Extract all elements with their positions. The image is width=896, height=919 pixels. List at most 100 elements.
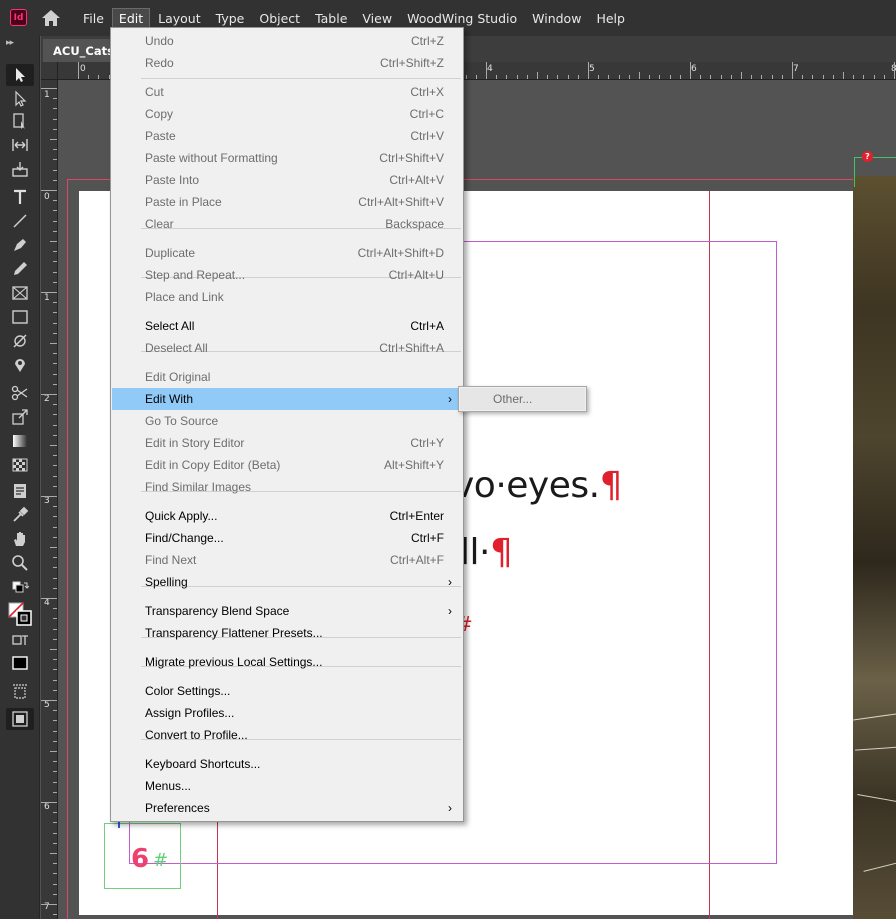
collapse-panel-icon[interactable]: ▸▸ [6, 38, 14, 48]
menu-item-edit-in-copy-editor-beta[interactable]: Edit in Copy Editor (Beta) Alt+Shift+Y [112, 454, 462, 476]
menu-file[interactable]: File [76, 8, 111, 29]
note-tool-icon[interactable] [6, 480, 34, 502]
menu-edit[interactable]: Edit [111, 7, 151, 29]
view-mode-icon[interactable] [6, 680, 34, 702]
type-tool-icon[interactable] [6, 186, 34, 208]
text-line[interactable]: vo·eyes.¶ [453, 465, 622, 506]
apply-color-icon[interactable] [6, 652, 34, 674]
page-tool-icon[interactable] [6, 110, 34, 132]
pencil-tool-icon[interactable] [6, 258, 34, 280]
menu-woodwing-studio[interactable]: WoodWing Studio [400, 8, 524, 29]
ruler-tick [53, 832, 57, 834]
menu-item-select-all[interactable]: Select All Ctrl+A [112, 315, 462, 337]
content-collector-icon[interactable] [6, 158, 34, 180]
gap-tool-icon[interactable] [6, 134, 34, 156]
eyedropper-tool-icon[interactable] [6, 504, 34, 526]
menu-item-paste[interactable]: Paste Ctrl+V [112, 125, 462, 147]
transform-tool-icon[interactable] [6, 330, 34, 352]
rectangle-tool-icon[interactable] [6, 306, 34, 328]
menu-item-shortcut: Ctrl+Shift+V [379, 151, 444, 165]
ruler-tick [53, 312, 57, 314]
gradient-feather-tool-icon[interactable] [6, 454, 34, 476]
menu-item-menus[interactable]: Menus... [112, 775, 462, 797]
edit-with-other[interactable]: Other... [460, 388, 585, 410]
menu-item-duplicate[interactable]: Duplicate Ctrl+Alt+Shift+D [112, 242, 462, 264]
direct-selection-tool-icon[interactable] [6, 88, 34, 110]
menu-help[interactable]: Help [589, 8, 632, 29]
menu-item-redo[interactable]: Redo Ctrl+Shift+Z [112, 52, 462, 74]
menu-view[interactable]: View [355, 8, 399, 29]
menu-item-go-to-source[interactable]: Go To Source [112, 410, 462, 432]
menu-item-deselect-all[interactable]: Deselect All Ctrl+Shift+A [112, 337, 462, 359]
cat-photo-frame[interactable] [853, 176, 896, 919]
ruler-tick [547, 75, 549, 79]
ruler-tick [53, 567, 57, 569]
free-transform-tool-icon[interactable] [6, 406, 34, 428]
menu-item-preferences[interactable]: Preferences › [112, 797, 462, 819]
ruler-tick [53, 710, 57, 712]
menu-item-cut[interactable]: Cut Ctrl+X [112, 81, 462, 103]
home-icon[interactable] [40, 8, 62, 28]
menu-item-place-and-link[interactable]: Place and Link [112, 286, 462, 308]
menu-item-clear[interactable]: Clear Backspace [112, 213, 462, 235]
menu-type[interactable]: Type [209, 8, 252, 29]
menu-item-color-settings[interactable]: Color Settings... [112, 680, 462, 702]
menu-item-paste-without-formatting[interactable]: Paste without Formatting Ctrl+Shift+V [112, 147, 462, 169]
missing-link-icon[interactable]: ? [862, 151, 873, 162]
gradient-swatch-tool-icon[interactable] [6, 430, 34, 452]
hand-tool-icon[interactable] [6, 528, 34, 550]
menu-item-spelling[interactable]: Spelling › [112, 571, 462, 593]
selection-tool-icon[interactable] [6, 64, 34, 86]
menu-item-label: Copy [145, 107, 174, 121]
text-line[interactable]: ll·¶ [460, 532, 513, 573]
scissors-tool-icon[interactable] [6, 382, 34, 404]
menu-object[interactable]: Object [252, 8, 307, 29]
ruler-tick [53, 118, 57, 120]
menu-item-label: Preferences [145, 801, 210, 815]
menu-item-paste-in-place[interactable]: Paste in Place Ctrl+Alt+Shift+V [112, 191, 462, 213]
screen-mode-icon[interactable] [6, 708, 34, 730]
menu-window[interactable]: Window [525, 8, 588, 29]
menu-item-keyboard-shortcuts[interactable]: Keyboard Shortcuts... [112, 753, 462, 775]
menu-item-assign-profiles[interactable]: Assign Profiles... [112, 702, 462, 724]
ruler-origin[interactable] [41, 62, 58, 80]
indesign-window: Id File Edit Layout Type Object Table Vi… [0, 0, 896, 919]
menu-item-undo[interactable]: Undo Ctrl+Z [112, 30, 462, 52]
ruler-label: 2 [44, 394, 50, 404]
menu-item-paste-into[interactable]: Paste Into Ctrl+Alt+V [112, 169, 462, 191]
location-pin-icon[interactable] [6, 354, 34, 376]
menu-item-convert-to-profile[interactable]: Convert to Profile... [112, 724, 462, 746]
zoom-tool-icon[interactable] [6, 552, 34, 574]
menu-item-edit-original[interactable]: Edit Original [112, 366, 462, 388]
ruler-tick [53, 281, 57, 283]
menu-layout[interactable]: Layout [151, 8, 208, 29]
menu-item-transparency-blend-space[interactable]: Transparency Blend Space › [112, 600, 462, 622]
fill-stroke-swatch-icon[interactable] [6, 600, 34, 628]
menu-item-transparency-flattener-presets[interactable]: Transparency Flattener Presets... [112, 622, 462, 644]
menu-table[interactable]: Table [308, 8, 354, 29]
menu-item-find-next[interactable]: Find Next Ctrl+Alt+F [112, 549, 462, 571]
ruler-tick [475, 75, 477, 79]
menu-item-shortcut: Ctrl+Alt+F [389, 553, 444, 567]
ruler-tick [53, 822, 57, 824]
vertical-ruler[interactable]: 1 0 1 2 3 4 5 6 7 [41, 80, 58, 919]
menu-item-label: Spelling [145, 575, 188, 589]
menu-item-find-similar-images[interactable]: Find Similar Images [112, 476, 462, 498]
menu-item-find-change[interactable]: Find/Change... Ctrl+F [112, 527, 462, 549]
menu-item-migrate-previous-local-settings[interactable]: Migrate previous Local Settings... [112, 651, 462, 673]
menu-item-step-and-repeat[interactable]: Step and Repeat... Ctrl+Alt+U [112, 264, 462, 286]
formatting-affects-container-icon[interactable] [6, 630, 34, 652]
menu-item-edit-in-story-editor[interactable]: Edit in Story Editor Ctrl+Y [112, 432, 462, 454]
ruler-label: 0 [44, 192, 50, 202]
pen-tool-icon[interactable] [6, 234, 34, 256]
ruler-label: 1 [44, 90, 50, 100]
menu-item-shortcut: Ctrl+A [410, 319, 444, 333]
menu-item-edit-with[interactable]: Edit With › [112, 388, 462, 410]
menu-item-quick-apply[interactable]: Quick Apply... Ctrl+Enter [112, 505, 462, 527]
menu-item-copy[interactable]: Copy Ctrl+C [112, 103, 462, 125]
ruler-tick [50, 751, 57, 752]
rectangle-frame-tool-icon[interactable] [6, 282, 34, 304]
line-tool-icon[interactable] [6, 210, 34, 232]
default-fill-stroke-icon[interactable] [6, 578, 34, 600]
ruler-tick [639, 72, 640, 79]
